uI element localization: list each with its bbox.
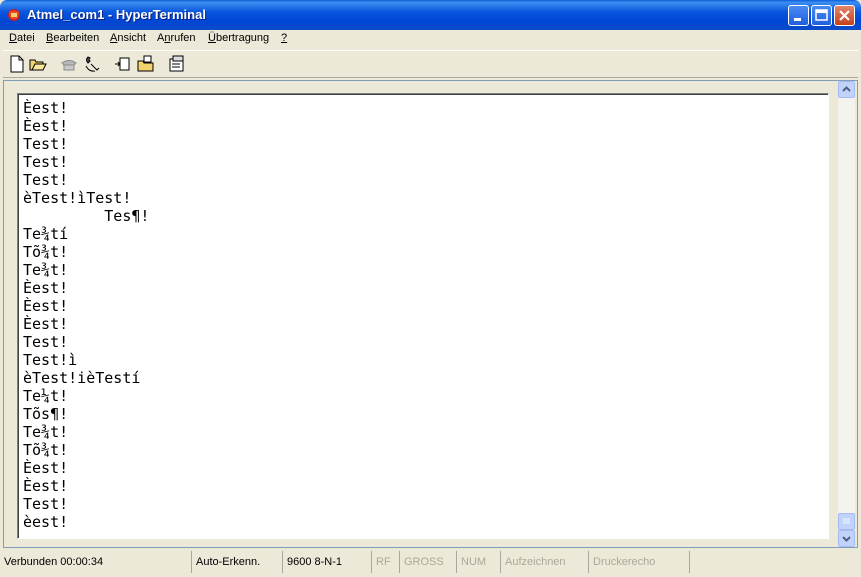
status-connection: Verbunden 00:00:34	[4, 556, 104, 568]
arrow-down-icon	[842, 536, 851, 542]
terminal-line: Tõ¾t!	[23, 243, 69, 261]
terminal-line: Tõ¾t!	[23, 441, 69, 459]
status-rf: RF	[371, 551, 399, 573]
terminal-line: Test!	[23, 333, 69, 351]
terminal-line: Test!	[23, 135, 69, 153]
close-icon	[839, 10, 850, 21]
minimize-icon	[794, 18, 801, 21]
terminal-line: Èest!	[23, 117, 69, 135]
terminal-line: Èest!	[23, 459, 69, 477]
terminal-line: Te¾tí	[23, 225, 69, 243]
status-printer-echo: Druckerecho	[588, 551, 688, 573]
terminal-line: Èest!	[23, 297, 69, 315]
grip-icon	[843, 518, 850, 524]
status-empty-panel	[689, 551, 861, 573]
hyperterminal-window: Atmel_com1 - HyperTerminal Datei Bearbei…	[0, 0, 861, 577]
terminal-line: Tes¶!	[23, 207, 150, 225]
status-capture: Aufzeichnen	[500, 551, 588, 573]
terminal-line: Èest!	[23, 477, 69, 495]
terminal-line: Test!	[23, 495, 69, 513]
menu-bar: Datei Bearbeiten Ansicht Anrufen Übertra…	[4, 30, 857, 49]
terminal-line: Èest!	[23, 315, 69, 333]
status-num: NUM	[456, 551, 499, 573]
terminal-line: èTest!ièTestí	[23, 369, 141, 387]
menu-datei[interactable]: Datei	[9, 32, 35, 44]
vertical-scrollbar[interactable]	[838, 81, 855, 547]
terminal-line: èTest!ìTest!	[23, 189, 132, 207]
connect-phone-icon[interactable]	[60, 55, 78, 73]
open-folder-icon[interactable]	[29, 55, 47, 73]
minimize-button[interactable]	[788, 5, 809, 26]
terminal-line: Èest!	[23, 99, 69, 117]
terminal-line: Test!	[23, 153, 69, 171]
menu-ansicht[interactable]: Ansicht	[110, 32, 146, 44]
menu-uebertragung[interactable]: Übertragung	[208, 32, 269, 44]
terminal-line: Èest!	[23, 279, 69, 297]
terminal-line: Tõs¶!	[23, 405, 69, 423]
title-bar[interactable]: Atmel_com1 - HyperTerminal	[0, 0, 861, 30]
hyperterminal-app-icon[interactable]	[6, 7, 22, 23]
status-auto-detect: Auto-Erkenn.	[191, 551, 281, 573]
scroll-up-button[interactable]	[838, 81, 855, 98]
window-title: Atmel_com1 - HyperTerminal	[27, 7, 206, 22]
status-gross: GROSS	[399, 551, 455, 573]
maximize-icon	[815, 9, 828, 21]
terminal-line: Te¼t!	[23, 387, 69, 405]
disconnect-phone-icon[interactable]	[83, 55, 101, 73]
terminal-line: èest!	[23, 513, 69, 531]
terminal-line: Te¾t!	[23, 261, 69, 279]
toolbar	[3, 50, 858, 78]
scroll-down-button[interactable]	[838, 530, 855, 547]
terminal-line: Te¾t!	[23, 423, 69, 441]
menu-bearbeiten[interactable]: Bearbeiten	[46, 32, 99, 44]
status-port-settings: 9600 8-N-1	[282, 551, 370, 573]
send-file-icon[interactable]	[114, 55, 132, 73]
terminal-line: Test!	[23, 171, 69, 189]
terminal-output: Èest! Èest! Test! Test! Test! èTest!ìTes…	[23, 99, 149, 531]
arrow-up-icon	[842, 86, 851, 92]
close-button[interactable]	[834, 5, 855, 26]
terminal-line: Test!ì	[23, 351, 78, 369]
menu-help[interactable]: ?	[281, 32, 287, 44]
properties-icon[interactable]	[168, 55, 186, 73]
maximize-button[interactable]	[811, 5, 832, 26]
menu-anrufen[interactable]: Anrufen	[157, 32, 196, 44]
scroll-thumb[interactable]	[838, 513, 855, 530]
receive-file-icon[interactable]	[137, 55, 155, 73]
new-file-icon[interactable]	[8, 55, 26, 73]
terminal-screen[interactable]: Èest! Èest! Test! Test! Test! èTest!ìTes…	[17, 93, 829, 539]
status-bar: Verbunden 00:00:34 Auto-Erkenn. 9600 8-N…	[0, 551, 861, 575]
